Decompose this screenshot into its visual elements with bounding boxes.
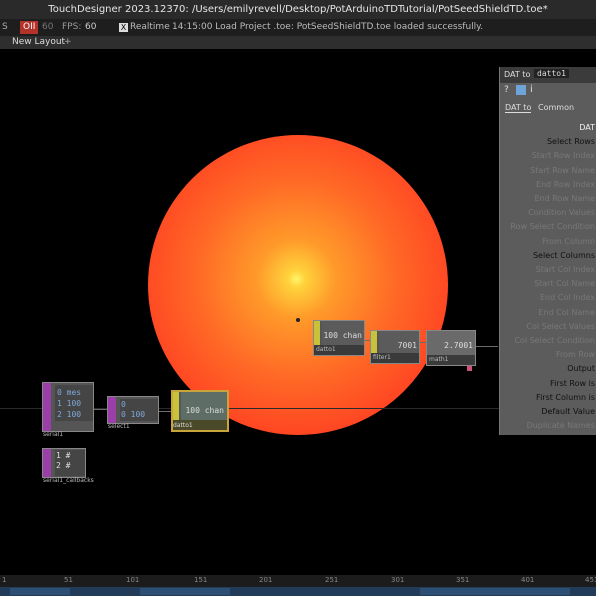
tab-dat-to[interactable]: DAT to — [505, 103, 532, 113]
wire-serial-to-select — [92, 409, 108, 410]
window-title: TouchDesigner 2023.12370: /Users/emilyre… — [48, 4, 548, 15]
window-title-bar: TouchDesigner 2023.12370: /Users/emilyre… — [0, 0, 596, 19]
layout-tab-bar: New Layout + — [0, 36, 596, 49]
sphere-center-dot — [296, 318, 300, 322]
bottom-bar — [0, 587, 596, 596]
select1-node-name: select1 — [108, 423, 130, 430]
realtime-checkbox[interactable]: X — [119, 23, 128, 32]
dat-flag-strip — [43, 449, 51, 477]
callbacks-line-1: 2 # — [56, 461, 71, 470]
param-row[interactable]: Start Row Name — [530, 166, 595, 175]
dat-flag-strip — [108, 397, 116, 423]
select1-content: 0 0 100 — [120, 399, 158, 421]
param-row[interactable]: End Row Name — [534, 194, 595, 203]
python-info-icon[interactable] — [516, 85, 526, 95]
timeline-tick: 401 — [521, 576, 535, 584]
serial1-callbacks-dat-node[interactable]: 1 # 2 # — [42, 448, 86, 478]
timeline-tick: 51 — [64, 576, 73, 584]
math-chop-node[interactable]: 2.7001 chan math1 — [426, 330, 476, 366]
param-row[interactable]: End Row Index — [536, 180, 595, 189]
param-row[interactable]: Condition Values — [528, 208, 595, 217]
param-row[interactable]: End Col Index — [540, 293, 595, 302]
param-row[interactable]: Col Select Values — [526, 322, 595, 331]
parameter-panel: DAT to datto1 ? i DAT to Common DAT Selec… — [499, 67, 596, 435]
param-header: DAT to datto1 — [500, 67, 596, 83]
filter-chop-node-1[interactable]: 100 chan datto1 — [313, 320, 365, 356]
status-left-fragment: S — [2, 22, 8, 32]
fps-label: FPS: — [62, 22, 82, 32]
info-i-icon[interactable]: i — [530, 84, 533, 95]
param-row[interactable]: DAT — [579, 123, 595, 132]
timeline-tick: 151 — [194, 576, 208, 584]
param-row[interactable]: First Row is — [550, 379, 595, 388]
param-tabs: DAT to Common — [500, 101, 596, 115]
timeline-tick: 251 — [325, 576, 339, 584]
datto1-viewer: 100 chan — [181, 392, 227, 420]
oii-badge[interactable]: OII — [20, 21, 39, 34]
help-question-icon[interactable]: ? — [504, 85, 514, 95]
filter1-viewer: 100 chan — [322, 321, 364, 345]
filter2-viewer: 7001 chan — [379, 331, 419, 353]
timeline-tick: 101 — [126, 576, 140, 584]
output-flag-icon[interactable] — [467, 366, 472, 371]
param-row[interactable]: From Column — [542, 237, 595, 246]
serial1-line-0: 0 mes — [57, 388, 82, 397]
filter-chop-node-2[interactable]: 7001 chan filter1 — [370, 330, 420, 364]
timeline-tick: 301 — [391, 576, 405, 584]
param-row[interactable]: Duplicate Names — [527, 421, 595, 430]
serial1-line-1: 1 100 — [57, 399, 82, 408]
param-row[interactable]: Col Select Condition — [514, 336, 595, 345]
param-row[interactable]: Row Select Condition — [510, 222, 595, 231]
param-op-name[interactable]: datto1 — [534, 69, 569, 78]
fps-number: 60 — [42, 22, 54, 32]
serial1-line-2: 2 100 — [57, 410, 82, 419]
select1-dat-node[interactable]: 0 0 100 — [107, 396, 159, 424]
param-row[interactable]: Output — [567, 364, 595, 373]
status-bar: S OII 60 FPS: 60 X Realtime 14:15:00 Loa… — [0, 19, 596, 36]
fps-value[interactable]: 60 — [85, 19, 96, 36]
timeline-tick: 1 — [2, 576, 7, 584]
add-tab-button[interactable]: + — [64, 36, 72, 49]
serial1-dat-node[interactable]: 0 mes 1 100 2 100 — [42, 382, 94, 432]
serial1-node-name: serial1 — [43, 431, 64, 438]
filter2-name-footer: filter1 — [371, 353, 419, 363]
status-message: 14:15:00 Load Project .toe: PotSeedShiel… — [172, 22, 484, 32]
timeline-tick: 451 — [585, 576, 596, 584]
timeline-tick: 351 — [456, 576, 470, 584]
dat-flag-strip — [43, 383, 51, 431]
math1-viewer: 2.7001 chan — [427, 331, 475, 355]
bottom-segment — [10, 588, 70, 595]
math1-name-footer: math1 — [427, 355, 475, 365]
param-op-type: DAT to — [504, 70, 531, 79]
param-row[interactable]: First Column is — [536, 393, 595, 402]
bottom-segment — [420, 588, 570, 595]
timeline-tick: 201 — [259, 576, 273, 584]
param-row[interactable]: Select Rows — [547, 137, 595, 146]
param-row[interactable]: Start Col Name — [534, 279, 595, 288]
param-row[interactable]: End Col Name — [538, 308, 595, 317]
tab-new-layout[interactable]: New Layout — [12, 36, 65, 49]
param-row[interactable]: Default Value — [541, 407, 595, 416]
param-row[interactable]: Start Row Index — [532, 151, 595, 160]
param-row[interactable]: From Row — [556, 350, 595, 359]
wire-math-to-out — [474, 346, 498, 347]
serial1-callbacks-node-name: serial1_callbacks — [43, 477, 94, 484]
param-row[interactable]: Select Columns — [533, 251, 595, 260]
filter1-name-footer: datto1 — [314, 345, 364, 355]
bottom-segment — [140, 588, 230, 595]
param-row[interactable]: Start Col Index — [536, 265, 595, 274]
datto1-node-name: datto1 — [173, 422, 193, 429]
callbacks-line-0: 1 # — [56, 451, 71, 460]
tab-common[interactable]: Common — [538, 103, 574, 112]
realtime-label: Realtime — [130, 22, 170, 32]
wire-select-to-datto — [157, 411, 171, 412]
timeline-ruler[interactable]: 151101151201251301351401451 — [0, 575, 596, 587]
